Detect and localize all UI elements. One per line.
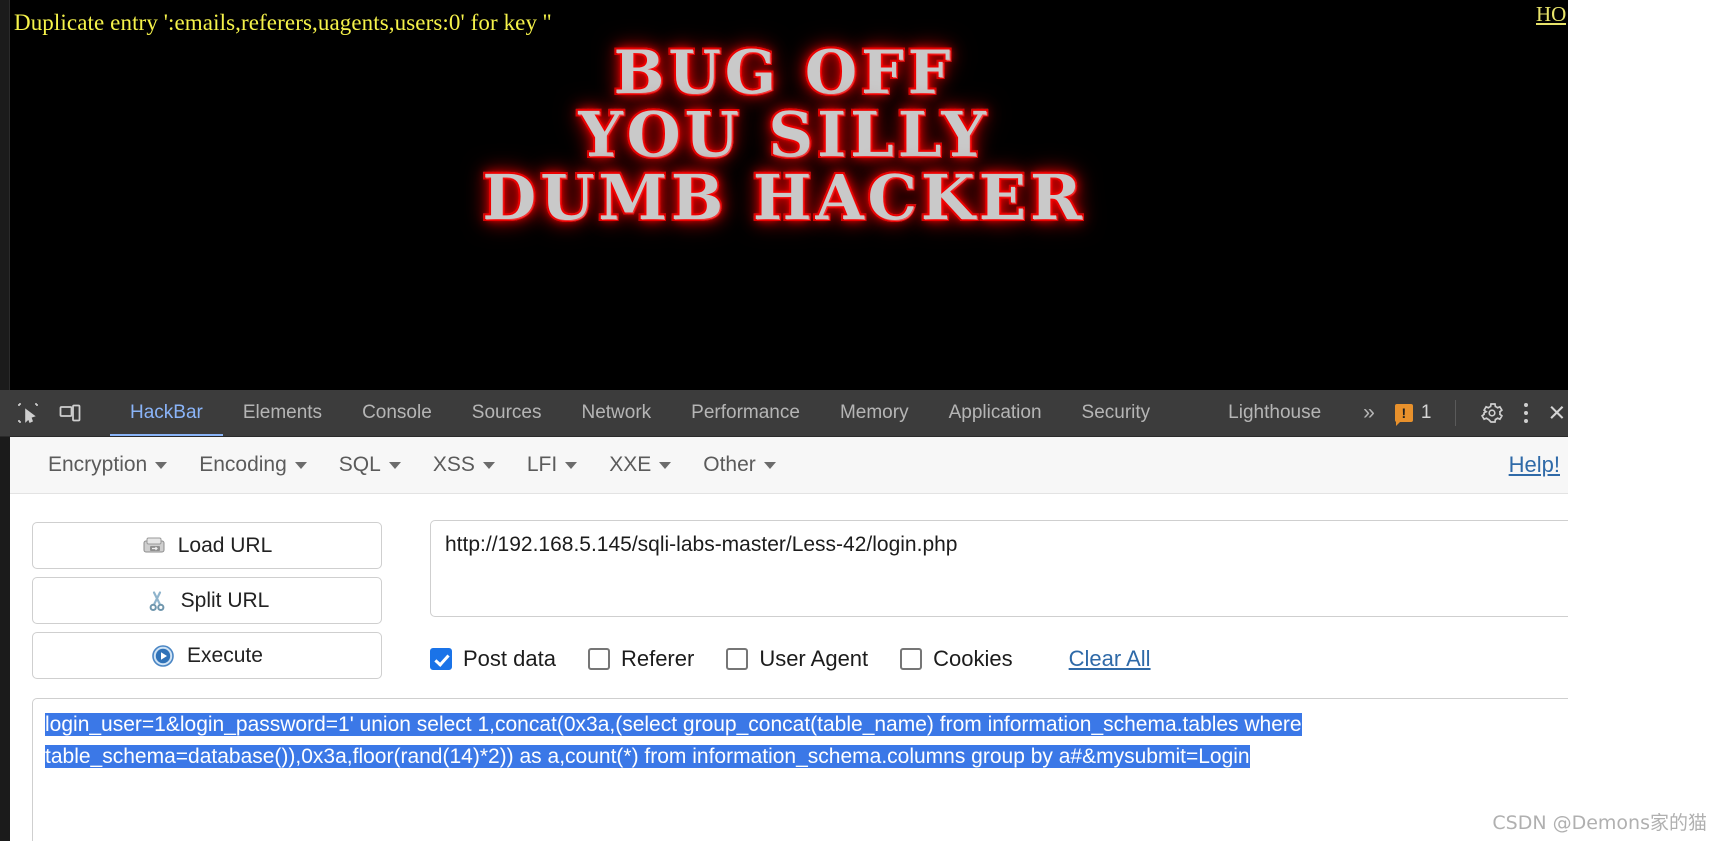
tab-network[interactable]: Network: [561, 390, 671, 436]
menu-lfi-label: LFI: [526, 453, 558, 476]
user-agent-label: User Agent: [759, 646, 869, 671]
post-data-textarea[interactable]: login_user=1&login_password=1' union sel…: [32, 698, 1568, 841]
chevron-down-icon: [659, 461, 672, 469]
option-referer[interactable]: Referer: [587, 646, 695, 672]
cookies-label: Cookies: [933, 646, 1013, 671]
load-url-button[interactable]: Load URL: [32, 522, 382, 569]
hackbar-action-buttons: Load URL Split URL Execute: [32, 522, 382, 687]
hackbar-options-row: Post data Referer User Agent Cookies Cle…: [430, 642, 1151, 676]
warning-badge[interactable]: ! 1: [1385, 402, 1442, 426]
more-tabs-icon[interactable]: »: [1341, 401, 1385, 425]
browser-page-viewport: Duplicate entry ':emails,referers,uagent…: [0, 0, 1568, 390]
cookies-checkbox[interactable]: [900, 648, 923, 670]
menu-lfi[interactable]: LFI: [511, 453, 593, 477]
scissors-icon: [149, 590, 165, 611]
post-data-content: login_user=1&login_password=1' union sel…: [45, 709, 1568, 773]
hackbar-menubar: Encryption Encoding SQL XSS LFI XXE Othe…: [10, 437, 1568, 494]
chevron-down-icon: [388, 461, 401, 469]
split-url-button[interactable]: Split URL: [32, 577, 382, 624]
menu-xss[interactable]: XSS: [417, 453, 511, 477]
url-input-value: http://192.168.5.145/sqli-labs-master/Le…: [445, 533, 958, 556]
devtools-tabbar: HackBar Elements Console Sources Network…: [0, 390, 1568, 437]
menu-sql[interactable]: SQL: [323, 453, 417, 477]
home-link[interactable]: HOME: [1536, 2, 1566, 27]
execute-button[interactable]: Execute: [32, 632, 382, 679]
load-url-label: Load URL: [177, 533, 273, 557]
devtools-left-icons: [0, 401, 82, 425]
inspect-element-icon[interactable]: [16, 401, 40, 425]
chevron-down-icon: [294, 461, 307, 469]
referer-checkbox[interactable]: [587, 648, 610, 670]
menu-encoding[interactable]: Encoding: [183, 453, 323, 477]
right-blank-margin: [1568, 0, 1713, 841]
chevron-down-icon: [155, 461, 168, 469]
menu-encryption[interactable]: Encryption: [32, 453, 183, 477]
post-data-label: Post data: [463, 646, 556, 671]
option-user-agent[interactable]: User Agent: [726, 646, 868, 672]
split-url-label: Split URL: [180, 588, 270, 612]
gear-icon[interactable]: [1470, 401, 1514, 425]
tab-hackbar[interactable]: HackBar: [110, 390, 223, 436]
tab-sources[interactable]: Sources: [452, 390, 562, 436]
hackbar-panel: Encryption Encoding SQL XSS LFI XXE Othe…: [0, 437, 1568, 841]
post-data-value: login_user=1&login_password=1' union sel…: [45, 713, 1302, 768]
clear-all-link[interactable]: Clear All: [1069, 646, 1151, 672]
menu-other-label: Other: [703, 453, 756, 476]
screenshot-root: Duplicate entry ':emails,referers,uagent…: [0, 0, 1713, 841]
device-toolbar-icon[interactable]: [58, 401, 82, 425]
menu-other[interactable]: Other: [687, 453, 792, 477]
tab-elements[interactable]: Elements: [223, 390, 342, 436]
play-icon: [152, 644, 174, 667]
chevron-down-icon: [565, 461, 578, 469]
execute-label: Execute: [187, 643, 263, 667]
tab-performance[interactable]: Performance: [671, 390, 820, 436]
option-post-data[interactable]: Post data: [430, 646, 556, 672]
kebab-menu-icon[interactable]: [1514, 403, 1538, 423]
chevron-down-icon: [482, 461, 495, 469]
tab-memory[interactable]: Memory: [820, 390, 929, 436]
option-cookies[interactable]: Cookies: [900, 646, 1013, 672]
disk-drive-icon: [143, 537, 165, 552]
help-link[interactable]: Help!: [1509, 452, 1568, 478]
post-data-checkbox[interactable]: [430, 648, 452, 670]
hackbar-left-edge: [0, 437, 10, 841]
menu-encryption-label: Encryption: [48, 453, 148, 476]
user-agent-checkbox[interactable]: [726, 648, 749, 670]
tab-lighthouse[interactable]: Lighthouse: [1170, 390, 1341, 436]
url-input[interactable]: http://192.168.5.145/sqli-labs-master/Le…: [430, 520, 1568, 617]
tab-security[interactable]: Security: [1062, 390, 1171, 436]
menu-sql-label: SQL: [338, 453, 381, 476]
banner-line-3: DUMB HACKER: [0, 164, 1568, 230]
chevron-down-icon: [763, 461, 776, 469]
csdn-watermark: CSDN @Demons家的猫: [1492, 812, 1707, 834]
devtools-tab-list: HackBar Elements Console Sources Network…: [110, 390, 1385, 436]
right-divider: [1455, 400, 1457, 426]
hackbar-body: Load URL Split URL Execute http://192.16…: [10, 494, 1568, 841]
warning-count: 1: [1420, 402, 1432, 423]
sql-error-message: Duplicate entry ':emails,referers,uagent…: [14, 10, 552, 35]
tab-application[interactable]: Application: [929, 390, 1062, 436]
tab-console[interactable]: Console: [342, 390, 452, 436]
menu-xxe[interactable]: XXE: [593, 453, 687, 477]
menu-xxe-label: XXE: [609, 453, 652, 476]
menu-xss-label: XSS: [432, 453, 475, 476]
banner-line-2: YOU SILLY: [0, 101, 1568, 167]
banner-line-1: BUG OFF: [0, 41, 1568, 105]
bug-off-banner: BUG OFF YOU SILLY DUMB HACKER: [0, 41, 1568, 230]
referer-label: Referer: [620, 646, 695, 671]
warning-icon: !: [1394, 404, 1413, 426]
devtools-right-controls: ! 1 ×: [1385, 398, 1580, 428]
menu-encoding-label: Encoding: [199, 453, 287, 476]
